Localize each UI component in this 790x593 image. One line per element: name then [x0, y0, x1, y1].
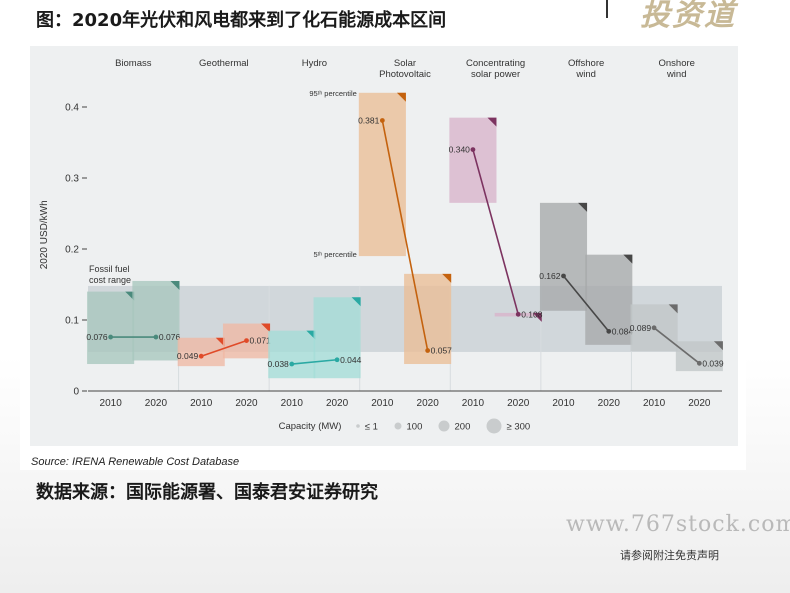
chart-source-note: Source: IRENA Renewable Cost Database [31, 456, 240, 468]
x-tick-label: 2010 [190, 398, 213, 409]
y-tick-label: 0.3 [65, 174, 79, 185]
data-label: 0.044 [340, 355, 362, 365]
category-label: Hydro [302, 58, 327, 69]
category-label: Offshore [568, 58, 604, 69]
data-label: 0.340 [449, 145, 471, 155]
data-label: 0.089 [630, 323, 652, 333]
y-tick-label: 0.1 [65, 316, 79, 327]
category-label: Photovoltaic [379, 69, 431, 80]
x-tick-label: 2010 [643, 398, 666, 409]
capacity-legend-label: 200 [455, 422, 471, 433]
category-label: Biomass [115, 58, 152, 69]
percentile-box [268, 330, 316, 379]
x-tick-label: 2010 [552, 398, 575, 409]
watermark-text: www.767stock.com [566, 512, 790, 537]
data-label: 0.162 [539, 271, 561, 281]
data-label: 0.381 [358, 115, 380, 125]
data-point [244, 338, 249, 343]
data-label: 0.038 [268, 359, 290, 369]
x-tick-label: 2020 [598, 398, 621, 409]
x-tick-label: 2020 [145, 398, 168, 409]
percentile-box [539, 202, 588, 311]
data-label: 0.076 [86, 332, 108, 342]
data-point [334, 357, 340, 363]
percentile-box [449, 117, 497, 203]
data-point [470, 147, 476, 153]
x-tick-label: 2010 [462, 398, 485, 409]
y-axis-label: 2020 USD/kWh [39, 200, 50, 269]
x-tick-label: 2010 [100, 398, 123, 409]
category-label: wind [575, 69, 596, 80]
capacity-legend-marker [438, 420, 450, 432]
capacity-legend-marker [356, 424, 360, 428]
x-tick-label: 2020 [688, 398, 711, 409]
data-point [515, 311, 521, 317]
y-tick-label: 0.4 [65, 103, 79, 114]
capacity-legend-label: ≥ 300 [507, 422, 531, 433]
data-label: 0.057 [431, 346, 453, 356]
category-label: solar power [471, 69, 520, 80]
data-label: 0.076 [159, 332, 181, 342]
data-label: 0.049 [177, 351, 199, 361]
data-point [108, 334, 114, 340]
percentile-box [132, 280, 180, 361]
lcoe-chart: Fossil fuelcost range 0 0.1 0.2 0.3 0.4 2020 U… [39, 58, 724, 434]
percentile-5-note: 5ᵗʰ percentile [313, 250, 356, 259]
capacity-legend-label: ≤ 1 [365, 422, 378, 433]
y-tick-label: 0.2 [65, 245, 79, 256]
x-tick-label: 2020 [507, 398, 530, 409]
data-point [379, 118, 385, 123]
y-tick-label: 0 [73, 387, 79, 398]
data-label: 0.039 [702, 358, 724, 368]
disclaimer-link[interactable]: 请参阅附注免责声明 [620, 547, 719, 563]
capacity-legend-title: Capacity (MW) [279, 421, 342, 432]
percentile-95-note: 95ᵗʰ percentile [309, 89, 356, 98]
category-label: Geothermal [199, 58, 249, 69]
percentile-box [87, 291, 135, 365]
data-point [289, 361, 295, 367]
capacity-legend-marker [486, 418, 502, 434]
x-tick-label: 2020 [235, 398, 258, 409]
capacity-legend-label: 100 [407, 422, 423, 433]
data-label: 0.071 [250, 336, 272, 346]
x-tick-label: 2010 [371, 398, 394, 409]
data-point [198, 353, 204, 359]
category-label: Onshore [658, 58, 694, 69]
x-tick-label: 2020 [326, 398, 349, 409]
x-tick-label: 2010 [281, 398, 304, 409]
category-label: wind [666, 69, 687, 80]
data-point [651, 325, 657, 331]
data-source-caption: 数据来源：国际能源署、国泰君安证券研究 [36, 482, 378, 503]
data-point [561, 273, 566, 279]
x-tick-label: 2020 [417, 398, 440, 409]
capacity-legend-marker [394, 422, 402, 430]
data-point [696, 360, 702, 366]
category-label: Solar [394, 58, 416, 69]
data-point [153, 334, 159, 340]
fossil-band-label: Fossil fuel [89, 264, 130, 274]
percentile-box [313, 297, 361, 379]
fossil-band-label: cost range [89, 275, 131, 285]
data-point [606, 328, 612, 334]
data-point [425, 348, 431, 353]
data-label: 0.108 [521, 309, 543, 319]
category-label: Concentrating [466, 58, 525, 69]
